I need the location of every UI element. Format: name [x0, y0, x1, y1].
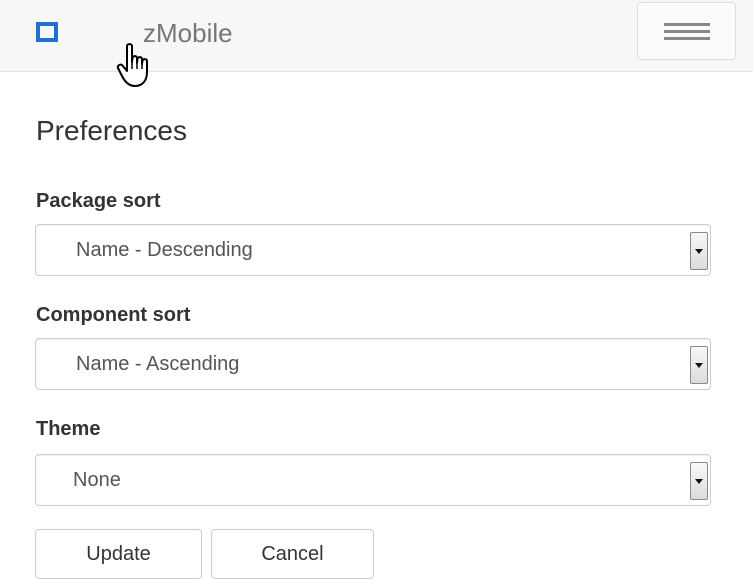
chevron-down-icon[interactable] — [690, 346, 708, 384]
package-sort-select[interactable]: Name - Descending — [35, 224, 711, 276]
chevron-down-icon[interactable] — [690, 232, 708, 270]
chevron-down-icon[interactable] — [690, 462, 708, 500]
package-sort-label: Package sort — [36, 190, 161, 212]
hand-pointer-cursor-icon — [116, 43, 148, 87]
hamburger-menu-icon — [664, 30, 710, 33]
hamburger-menu-icon — [664, 23, 710, 26]
theme-value: None — [73, 469, 121, 491]
update-button[interactable]: Update — [35, 529, 202, 579]
hamburger-menu-icon — [664, 37, 710, 40]
menu-toggle-button[interactable] — [637, 2, 736, 60]
component-sort-label: Component sort — [36, 304, 191, 326]
theme-label: Theme — [36, 418, 101, 440]
page-title: Preferences — [36, 115, 187, 146]
component-sort-value: Name - Ascending — [76, 353, 240, 375]
theme-select[interactable]: None — [35, 454, 711, 506]
navbar: zMobile — [0, 0, 753, 72]
cancel-button[interactable]: Cancel — [211, 529, 374, 579]
package-sort-value: Name - Descending — [76, 239, 253, 261]
component-sort-select[interactable]: Name - Ascending — [35, 338, 711, 390]
square-logo-icon[interactable] — [36, 22, 58, 42]
